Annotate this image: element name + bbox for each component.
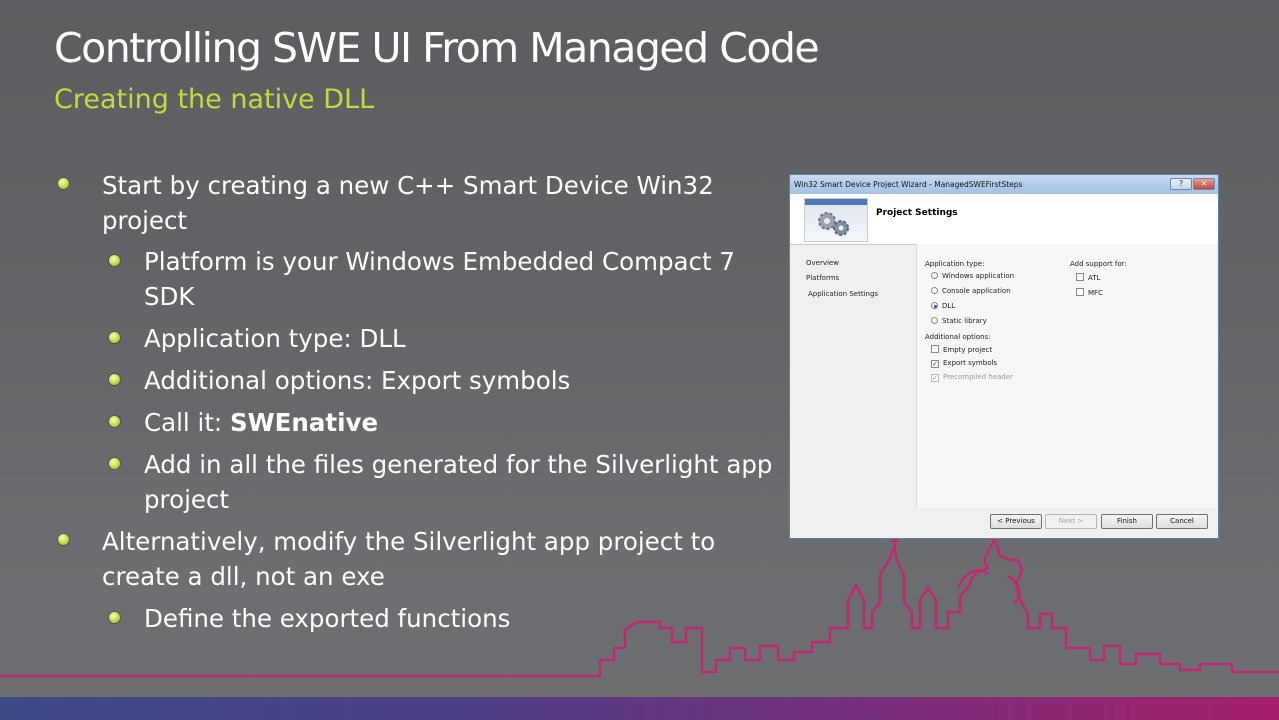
checkbox-disabled-icon: ✓ — [931, 374, 939, 382]
dialog-title-bar: Win32 Smart Device Project Wizard - Mana… — [790, 175, 1218, 195]
radio-windows-application[interactable]: Windows application — [931, 272, 1014, 280]
nav-application-settings[interactable]: Application Settings — [808, 290, 878, 298]
radio-icon[interactable] — [931, 317, 938, 324]
bottom-color-strip — [0, 697, 1279, 720]
add-support-label: Add support for: — [1070, 260, 1127, 268]
nav-overview[interactable]: Overview — [806, 259, 839, 267]
wizard-dialog: Win32 Smart Device Project Wizard - Mana… — [789, 174, 1219, 539]
help-button[interactable]: ? — [1170, 178, 1192, 190]
cancel-button[interactable]: Cancel — [1156, 514, 1208, 529]
checkbox-precompiled-header: ✓ Precompiled header — [931, 373, 1014, 382]
radio-static-library[interactable]: Static library — [931, 317, 987, 325]
radio-console-application[interactable]: Console application — [931, 287, 1011, 295]
checkbox-icon[interactable] — [1076, 288, 1084, 296]
radio-icon[interactable] — [931, 272, 938, 279]
checkbox-mfc[interactable]: MFC — [1076, 288, 1103, 297]
radio-icon[interactable] — [931, 287, 938, 294]
dialog-title: Win32 Smart Device Project Wizard - Mana… — [794, 180, 1023, 189]
checkbox-icon[interactable] — [931, 345, 939, 353]
additional-options-label: Additional options: — [925, 333, 991, 341]
checkbox-empty-project[interactable]: Empty project — [931, 345, 992, 354]
radio-dll[interactable]: DLL — [931, 302, 955, 310]
header-title: Project Settings — [876, 208, 958, 218]
radio-selected-icon[interactable] — [931, 302, 938, 309]
next-button: Next > — [1045, 514, 1097, 529]
dialog-header: Project Settings — [790, 194, 1218, 245]
checkbox-atl[interactable]: ATL — [1076, 273, 1100, 282]
previous-button[interactable]: < Previous — [990, 514, 1042, 529]
finish-button[interactable]: Finish — [1101, 514, 1153, 529]
nav-platforms[interactable]: Platforms — [806, 274, 839, 282]
close-button[interactable]: ✕ — [1193, 178, 1215, 190]
app-type-label: Application type: — [925, 260, 985, 268]
settings-panel: Application type: Windows application Co… — [916, 244, 1217, 508]
checkbox-export-symbols[interactable]: ✓ Export symbols — [931, 359, 997, 368]
checkbox-icon[interactable] — [1076, 273, 1084, 281]
checkbox-checked-icon[interactable]: ✓ — [931, 360, 939, 368]
gears-icon — [804, 198, 868, 242]
